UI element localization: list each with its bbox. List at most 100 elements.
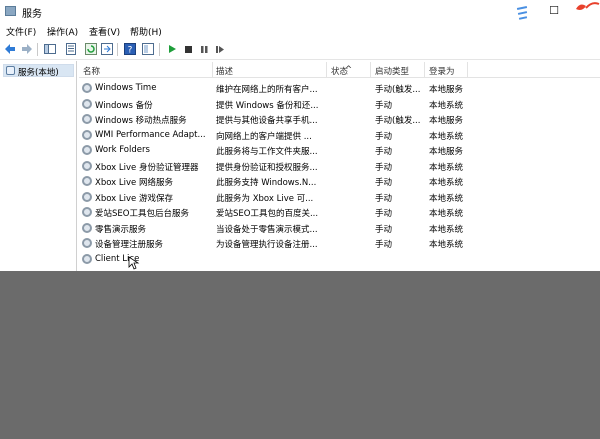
gear-icon xyxy=(82,254,92,264)
service-description: 爱站SEO工具包的百度关... xyxy=(216,209,319,219)
gear-icon xyxy=(82,222,92,233)
menu-view[interactable]: 查看(V) xyxy=(89,25,120,38)
service-name: Windows 移动热点服务 xyxy=(95,116,187,126)
menu-file[interactable]: 文件(F) xyxy=(6,25,36,38)
table-row[interactable]: 设备管理注册服务 为设备管理执行设备注册... 手动 本地系统 xyxy=(79,236,600,251)
maximize-button[interactable]: ☐ xyxy=(546,3,562,19)
menu-bar: 文件(F) 操作(A) 查看(V) 帮助(H) xyxy=(0,23,600,39)
table-row[interactable]: WMI Performance Adapt... 向网络上的客户端提供 ... … xyxy=(79,128,600,143)
mouse-cursor-icon xyxy=(128,256,140,270)
service-name: Xbox Live 身份验证管理器 xyxy=(95,162,199,173)
service-startup-type: 手动 xyxy=(375,162,393,173)
toolbar-separator xyxy=(159,43,160,56)
console-tree: 服务(本地) xyxy=(0,61,77,271)
tree-item-label: 服务(本地) xyxy=(18,68,59,78)
service-logon-as: 本地系统 xyxy=(429,224,464,235)
title-bar[interactable]: 服务 ☐ xyxy=(0,0,600,22)
service-name: 设备管理注册服务 xyxy=(95,240,164,250)
table-row[interactable]: Xbox Live 网络服务 此服务支持 Windows.N... 手动 本地系… xyxy=(79,174,600,189)
service-name: Xbox Live 网络服务 xyxy=(95,178,173,188)
column-divider[interactable] xyxy=(467,62,468,77)
properties-icon[interactable] xyxy=(65,43,77,55)
service-logon-as: 本地服务 xyxy=(429,85,464,95)
export-icon[interactable] xyxy=(101,43,113,55)
column-header-status[interactable]: 状态 xyxy=(331,65,348,77)
service-logon-as: 本地服务 xyxy=(429,116,464,126)
service-name: 爱站SEO工具包后台服务 xyxy=(95,209,189,219)
service-name: WMI Performance Adapt... xyxy=(95,129,206,140)
help-icon[interactable]: ? xyxy=(124,43,136,55)
table-row[interactable]: Client Lice xyxy=(79,252,600,267)
pause-icon[interactable] xyxy=(198,43,210,55)
gear-icon xyxy=(82,191,92,202)
column-header-row: 名称 描述 ^ 状态 启动类型 登录为 xyxy=(79,62,600,78)
table-row[interactable]: Xbox Live 游戏保存 此服务为 Xbox Live 可... 手动 本地… xyxy=(79,190,600,205)
service-description: 提供身份验证和授权服务... xyxy=(216,162,318,173)
service-description: 此服务为 Xbox Live 可... xyxy=(216,193,314,204)
service-description: 提供 Windows 备份和还... xyxy=(216,100,319,111)
services-list: 名称 描述 ^ 状态 启动类型 登录为 Windows Time 维护在网络上的… xyxy=(79,62,600,271)
console-tree-icon[interactable] xyxy=(44,43,56,55)
service-startup-type: 手动 xyxy=(375,224,393,235)
column-header-description[interactable]: 描述 xyxy=(216,65,233,77)
service-description: 向网络上的客户端提供 ... xyxy=(216,131,312,142)
service-startup-type: 手动 xyxy=(375,131,393,142)
service-name: Work Folders xyxy=(95,145,150,155)
service-startup-type: 手动(触发... xyxy=(375,85,421,95)
table-row[interactable]: Windows 备份 提供 Windows 备份和还... 手动 本地系统 xyxy=(79,97,600,112)
services-app-icon xyxy=(5,6,16,16)
table-row[interactable]: Windows Time 维护在网络上的所有客户... 手动(触发... 本地服… xyxy=(79,81,600,96)
service-name: Windows 备份 xyxy=(95,100,153,111)
services-window: 服务 ☐ 文件(F) 操作(A) 查看(V) 帮助(H) ? 服务(本地) 名称… xyxy=(0,0,600,271)
forward-icon[interactable] xyxy=(21,43,33,55)
service-startup-type: 手动 xyxy=(375,193,393,204)
menu-help[interactable]: 帮助(H) xyxy=(130,25,162,38)
column-header-startup-type[interactable]: 启动类型 xyxy=(375,65,409,77)
column-divider[interactable] xyxy=(212,62,213,77)
service-description: 提供与其他设备共享手机... xyxy=(216,116,318,126)
service-logon-as: 本地系统 xyxy=(429,131,464,142)
table-row[interactable]: Windows 移动热点服务 提供与其他设备共享手机... 手动(触发... 本… xyxy=(79,112,600,127)
table-row[interactable]: 爱站SEO工具包后台服务 爱站SEO工具包的百度关... 手动 本地系统 xyxy=(79,205,600,220)
service-description: 此服务支持 Windows.N... xyxy=(216,178,317,188)
decorative-lines-icon xyxy=(515,4,529,22)
gear-icon xyxy=(82,98,92,109)
service-startup-type: 手动 xyxy=(375,147,393,157)
view-icon[interactable] xyxy=(142,43,154,55)
stop-icon[interactable] xyxy=(182,43,194,55)
table-row[interactable]: 零售演示服务 当设备处于零售演示模式... 手动 本地系统 xyxy=(79,221,600,236)
service-description: 此服务将与工作文件夹服... xyxy=(216,147,318,157)
service-name: Xbox Live 游戏保存 xyxy=(95,193,173,204)
logo-icon xyxy=(576,2,600,10)
table-row[interactable]: Xbox Live 身份验证管理器 提供身份验证和授权服务... 手动 本地系统 xyxy=(79,159,600,174)
window-title: 服务 xyxy=(22,9,42,20)
gear-icon xyxy=(82,114,92,124)
gear-icon xyxy=(82,145,92,155)
service-logon-as: 本地系统 xyxy=(429,193,464,204)
column-header-name[interactable]: 名称 xyxy=(83,65,100,77)
column-divider[interactable] xyxy=(424,62,425,77)
gear-icon xyxy=(82,176,92,186)
back-icon[interactable] xyxy=(4,43,16,55)
service-startup-type: 手动 xyxy=(375,178,393,188)
menu-action[interactable]: 操作(A) xyxy=(47,25,78,38)
svg-text:?: ? xyxy=(128,46,133,56)
restart-icon[interactable] xyxy=(214,43,226,55)
service-logon-as: 本地系统 xyxy=(429,209,464,219)
toolbar-separator xyxy=(117,43,118,56)
gear-icon xyxy=(82,83,92,93)
column-header-logon-as[interactable]: 登录为 xyxy=(429,65,455,77)
refresh-icon[interactable] xyxy=(85,43,97,55)
service-description: 当设备处于零售演示模式... xyxy=(216,224,318,235)
service-startup-type: 手动(触发... xyxy=(375,116,421,126)
service-description: 为设备管理执行设备注册... xyxy=(216,240,318,250)
start-icon[interactable] xyxy=(166,43,178,55)
gear-icon xyxy=(82,238,92,248)
column-divider[interactable] xyxy=(326,62,327,77)
column-divider[interactable] xyxy=(370,62,371,77)
service-startup-type: 手动 xyxy=(375,100,393,111)
table-row[interactable]: Work Folders 此服务将与工作文件夹服... 手动 本地服务 xyxy=(79,143,600,158)
service-name: Client Lice xyxy=(95,254,140,264)
tree-item-services-local[interactable]: 服务(本地) xyxy=(3,64,74,78)
service-logon-as: 本地服务 xyxy=(429,147,464,157)
